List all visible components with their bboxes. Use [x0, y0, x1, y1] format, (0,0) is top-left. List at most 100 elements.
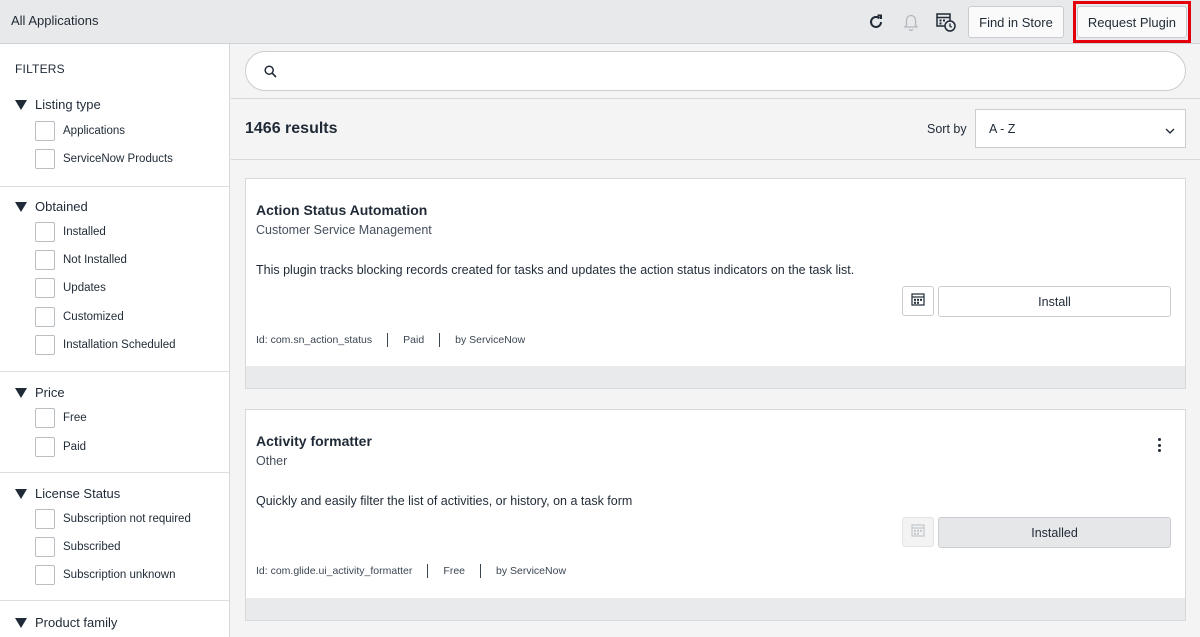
filter-option-updates[interactable]: Updates	[35, 278, 106, 298]
filter-group-product-family: Product family	[0, 601, 229, 637]
filter-option-paid[interactable]: Paid	[35, 437, 86, 457]
sort-value: A - Z	[989, 122, 1016, 136]
option-label: Subscription not required	[63, 513, 191, 525]
filter-option-subscription-unknown[interactable]: Subscription unknown	[35, 565, 176, 585]
sort-by-label: Sort by	[927, 122, 967, 136]
calendar-icon	[911, 292, 925, 311]
checkbox[interactable]	[35, 307, 55, 327]
top-bar: All Applications Find in Store Request P…	[0, 0, 1200, 44]
card-id: Id: com.glide.ui_activity_formatter	[256, 565, 413, 577]
checkbox[interactable]	[35, 121, 55, 141]
checkbox[interactable]	[35, 537, 55, 557]
separator	[480, 564, 481, 578]
card-meta: Id: com.sn_action_status Paid by Service…	[256, 333, 525, 347]
filter-group-label: License Status	[35, 486, 121, 501]
filters-title: FILTERS	[15, 62, 65, 76]
more-options-icon[interactable]	[1151, 436, 1167, 454]
checkbox[interactable]	[35, 149, 55, 169]
filter-option-customized[interactable]: Customized	[35, 307, 124, 327]
card-footer	[246, 598, 1185, 620]
filter-group-obtained: Obtained Installed Not Installed Updates…	[0, 187, 229, 372]
card-description: This plugin tracks blocking records crea…	[256, 263, 855, 277]
divider	[231, 98, 1200, 99]
results-count: 1466 results	[245, 120, 338, 137]
filter-group-toggle[interactable]: License Status	[15, 486, 120, 501]
filter-group-toggle[interactable]: Obtained	[15, 199, 88, 214]
sort-select[interactable]: A - Z	[975, 109, 1186, 148]
card-price: Free	[443, 565, 465, 577]
checkbox[interactable]	[35, 278, 55, 298]
filter-group-label: Obtained	[35, 199, 88, 214]
card-id: Id: com.sn_action_status	[256, 334, 373, 346]
filter-group-license-status: License Status Subscription not required…	[0, 473, 229, 601]
filter-option-servicenow-products[interactable]: ServiceNow Products	[35, 149, 173, 169]
filter-group-toggle[interactable]: Listing type	[15, 97, 101, 112]
card-title[interactable]: Activity formatter	[256, 433, 372, 449]
checkbox[interactable]	[35, 437, 55, 457]
checkbox[interactable]	[35, 509, 55, 529]
option-label: Free	[63, 412, 87, 424]
collapse-triangle-icon	[15, 617, 27, 628]
search-input[interactable]	[245, 51, 1186, 91]
filter-group-toggle[interactable]: Product family	[15, 615, 117, 630]
card-category: Other	[256, 454, 288, 468]
request-plugin-button[interactable]: Request Plugin	[1076, 6, 1187, 38]
option-label: Updates	[63, 282, 106, 294]
filter-option-not-installed[interactable]: Not Installed	[35, 250, 127, 270]
schedule-button	[902, 517, 934, 547]
option-label: Subscription unknown	[63, 569, 176, 581]
filter-group-price: Price Free Paid	[0, 372, 229, 473]
card-vendor: by ServiceNow	[496, 565, 567, 577]
collapse-triangle-icon	[15, 387, 27, 398]
checkbox[interactable]	[35, 335, 55, 355]
option-label: Customized	[63, 311, 124, 323]
checkbox[interactable]	[35, 222, 55, 242]
card-description: Quickly and easily filter the list of ac…	[256, 494, 633, 508]
checkbox[interactable]	[35, 250, 55, 270]
install-button[interactable]: Install	[938, 286, 1171, 317]
filter-option-installation-scheduled[interactable]: Installation Scheduled	[35, 335, 176, 355]
filter-group-label: Price	[35, 385, 65, 400]
card-footer	[246, 366, 1185, 388]
checkbox[interactable]	[35, 565, 55, 585]
filter-group-label: Listing type	[35, 97, 101, 112]
filter-group-label: Product family	[35, 615, 118, 630]
option-label: Not Installed	[63, 254, 127, 266]
bell-icon[interactable]	[898, 9, 924, 35]
checkbox[interactable]	[35, 408, 55, 428]
app-card: Activity formatter Other Quickly and eas…	[245, 409, 1186, 621]
collapse-triangle-icon	[15, 488, 27, 499]
collapse-triangle-icon	[15, 201, 27, 212]
card-vendor: by ServiceNow	[455, 334, 526, 346]
search-icon	[264, 65, 277, 83]
filter-group-listing-type: Listing type Applications ServiceNow Pro…	[0, 88, 229, 187]
chevron-down-icon	[1165, 124, 1175, 138]
page-title: All Applications	[11, 13, 99, 28]
filter-option-subscribed[interactable]: Subscribed	[35, 537, 121, 557]
collapse-triangle-icon	[15, 99, 27, 110]
option-label: ServiceNow Products	[63, 153, 173, 165]
calendar-clock-icon[interactable]	[933, 9, 959, 35]
card-title[interactable]: Action Status Automation	[256, 202, 427, 218]
installed-button[interactable]: Installed	[938, 517, 1171, 548]
filter-option-free[interactable]: Free	[35, 408, 87, 428]
find-in-store-button[interactable]: Find in Store	[968, 6, 1064, 38]
filter-option-applications[interactable]: Applications	[35, 121, 125, 141]
calendar-icon	[911, 523, 925, 542]
refresh-icon[interactable]	[863, 9, 889, 35]
separator	[427, 564, 429, 578]
top-actions: Find in Store Request Plugin	[863, 0, 1200, 44]
option-label: Installed	[63, 226, 106, 238]
divider	[231, 159, 1200, 160]
request-plugin-highlight: Request Plugin	[1072, 1, 1191, 43]
option-label: Installation Scheduled	[63, 339, 176, 351]
card-price: Paid	[403, 334, 425, 346]
app-card: Action Status Automation Customer Servic…	[245, 178, 1186, 389]
filter-option-subscription-not-required[interactable]: Subscription not required	[35, 509, 191, 529]
filter-option-installed[interactable]: Installed	[35, 222, 106, 242]
filters-sidebar: FILTERS Listing type Applications Servic…	[0, 44, 230, 637]
option-label: Paid	[63, 441, 87, 453]
schedule-button[interactable]	[902, 286, 934, 316]
filter-group-toggle[interactable]: Price	[15, 385, 65, 400]
separator	[387, 333, 389, 347]
